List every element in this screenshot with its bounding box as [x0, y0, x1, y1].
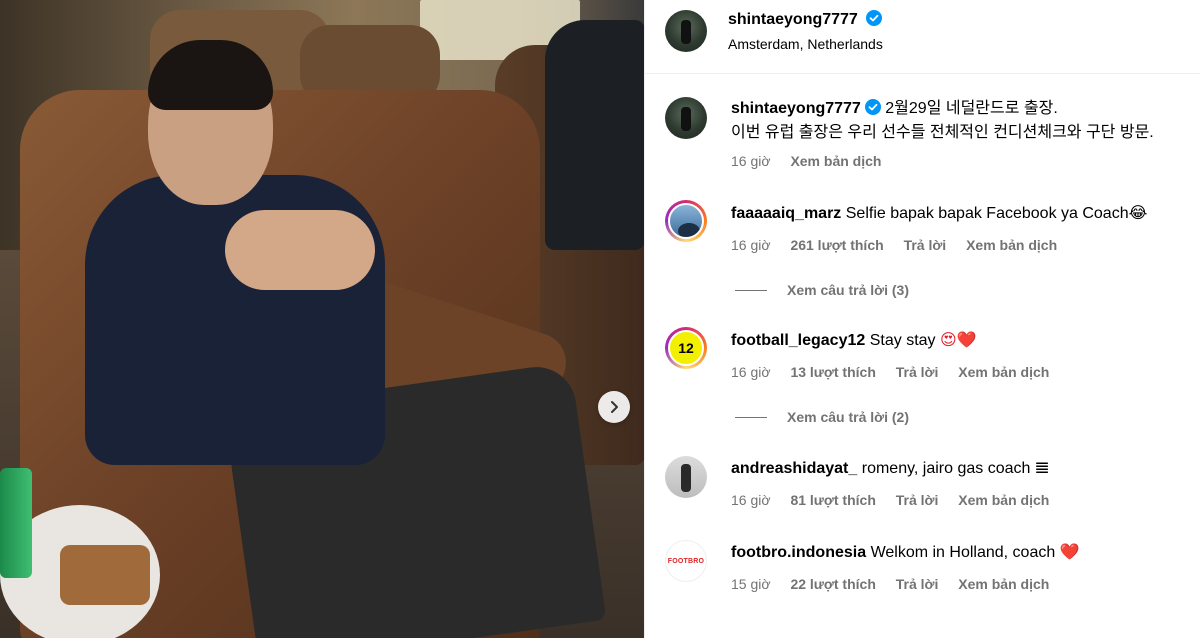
comment-text: Welkom in Holland, coach: [870, 544, 1056, 561]
divider: [735, 416, 767, 418]
post-sidebar: shintaeyong7777 Amsterdam, Netherlands s…: [644, 0, 1200, 638]
post-photo: [0, 0, 644, 638]
post-header: shintaeyong7777 Amsterdam, Netherlands: [645, 0, 1200, 74]
likes-count[interactable]: 261 lượt thích: [790, 237, 883, 253]
avatar[interactable]: [665, 200, 707, 242]
view-replies-button[interactable]: Xem câu trả lời (3): [735, 282, 909, 298]
chevron-right-icon: [611, 401, 618, 413]
reply-button[interactable]: Trả lời: [896, 364, 939, 380]
translate-button[interactable]: Xem bản dịch: [790, 153, 881, 169]
translate-button[interactable]: Xem bản dịch: [966, 237, 1057, 253]
comment-time: 16 giờ: [731, 364, 771, 380]
view-replies-button[interactable]: Xem câu trả lời (2): [735, 409, 909, 425]
translate-button[interactable]: Xem bản dịch: [958, 492, 1049, 508]
translate-button[interactable]: Xem bản dịch: [958, 364, 1049, 380]
reply-button[interactable]: Trả lời: [896, 492, 939, 508]
likes-count[interactable]: 81 lượt thích: [790, 492, 875, 508]
comment-text: romeny, jairo gas coach: [861, 460, 1031, 477]
comment-text: Stay stay: [869, 332, 936, 349]
reply-button[interactable]: Trả lời: [896, 576, 939, 592]
lines-emoji-icon: 𝌆: [1034, 460, 1050, 477]
avatar[interactable]: [665, 97, 707, 139]
likes-count[interactable]: 22 lượt thích: [790, 576, 875, 592]
avatar[interactable]: 12: [665, 327, 707, 369]
caption-text-line2: 이번 유럽 출장은 우리 선수들 전체적인 컨디션체크와 구단 방문.: [731, 124, 1154, 141]
author-username[interactable]: shintaeyong7777: [728, 11, 858, 28]
avatar-label: FOOTBRO: [667, 557, 705, 565]
likes-count[interactable]: 13 lượt thích: [790, 364, 875, 380]
divider: [735, 289, 767, 291]
comment-username[interactable]: andreashidayat_: [731, 460, 857, 477]
comment-username[interactable]: football_legacy12: [731, 332, 865, 349]
avatar[interactable]: [665, 10, 707, 52]
comment-time: 16 giờ: [731, 237, 771, 253]
view-replies-label: Xem câu trả lời (2): [787, 409, 909, 425]
reply-button[interactable]: Trả lời: [904, 237, 947, 253]
avatar-label: 12: [668, 330, 704, 366]
heart-emoji-icon: ❤️: [1059, 544, 1080, 561]
laughing-emoji-icon: 😂: [1128, 205, 1148, 222]
next-photo-button[interactable]: [598, 391, 630, 423]
caption-text-line1: 2월29일 네덜란드로 출장.: [885, 100, 1058, 117]
comment-item: andreashidayat_ romeny, jairo gas coach …: [645, 456, 1200, 508]
caption-time: 16 giờ: [731, 153, 771, 169]
avatar[interactable]: FOOTBRO: [665, 540, 707, 582]
avatar[interactable]: [665, 456, 707, 498]
post-location[interactable]: Amsterdam, Netherlands: [728, 36, 883, 52]
translate-button[interactable]: Xem bản dịch: [958, 576, 1049, 592]
comment-time: 16 giờ: [731, 492, 771, 508]
verified-badge-icon: [866, 10, 883, 26]
comment-text: Selfie bapak bapak Facebook ya Coach: [845, 205, 1129, 222]
comment-username[interactable]: faaaaaiq_marz: [731, 205, 841, 222]
view-replies-label: Xem câu trả lời (3): [787, 282, 909, 298]
verified-badge-icon: [864, 99, 881, 115]
heart-eyes-emoji-icon: 😍❤️: [940, 332, 977, 349]
comment-username[interactable]: footbro.indonesia: [731, 544, 866, 561]
comment-time: 15 giờ: [731, 576, 771, 592]
caption-username[interactable]: shintaeyong7777: [731, 100, 861, 117]
